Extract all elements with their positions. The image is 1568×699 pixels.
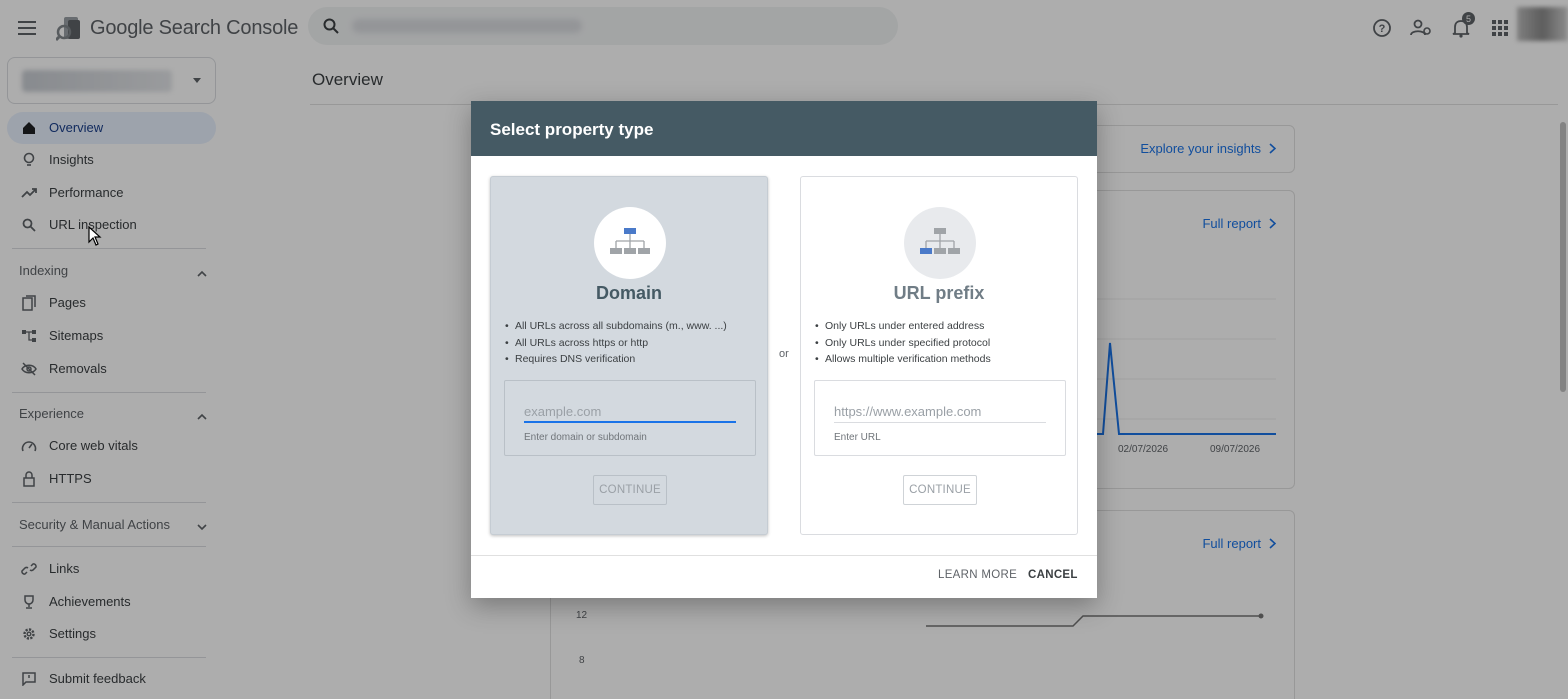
dialog-header: Select property type <box>471 101 1097 156</box>
dialog-title: Select property type <box>490 120 654 139</box>
select-property-dialog: Select property type Domain All URLs acr… <box>471 101 1097 598</box>
url-prefix-option-title: URL prefix <box>893 283 985 303</box>
url-prefix-option-illustration <box>904 207 976 279</box>
url-prefix-continue-button[interactable]: CONTINUE <box>903 475 977 505</box>
domain-feature-list: All URLs across all subdomains (m., www.… <box>505 318 727 368</box>
domain-feature-item: Requires DNS verification <box>505 351 727 368</box>
url-prefix-feature-item: Allows multiple verification methods <box>815 351 991 368</box>
url-prefix-feature-item: Only URLs under entered address <box>815 318 991 335</box>
url-prefix-feature-list: Only URLs under entered address Only URL… <box>815 318 991 368</box>
domain-option-card[interactable]: Domain All URLs across all subdomains (m… <box>490 176 768 535</box>
url-prefix-feature-item: Only URLs under specified protocol <box>815 335 991 352</box>
domain-tree-icon <box>610 228 650 254</box>
or-separator: or <box>779 348 789 360</box>
dialog-footer-divider <box>471 555 1097 556</box>
domain-option-title: Domain <box>595 283 662 303</box>
domain-option-illustration <box>594 207 666 279</box>
cancel-button[interactable]: CANCEL <box>1028 569 1078 581</box>
url-prefix-input[interactable] <box>834 401 1046 423</box>
url-prefix-option-card[interactable]: URL prefix Only URLs under entered addre… <box>800 176 1078 535</box>
url-prefix-input-container: Enter URL <box>814 380 1066 456</box>
mouse-cursor-icon <box>88 225 102 251</box>
learn-more-button[interactable]: LEARN MORE <box>938 569 1017 581</box>
domain-feature-item: All URLs across all subdomains (m., www.… <box>505 318 727 335</box>
url-prefix-tree-icon <box>920 228 960 254</box>
url-prefix-input-helper: Enter URL <box>834 432 881 443</box>
domain-input-container: Enter domain or subdomain <box>504 380 756 456</box>
domain-input-helper: Enter domain or subdomain <box>524 432 647 443</box>
domain-feature-item: All URLs across https or http <box>505 335 727 352</box>
domain-input[interactable] <box>524 401 736 423</box>
domain-continue-button[interactable]: CONTINUE <box>593 475 667 505</box>
